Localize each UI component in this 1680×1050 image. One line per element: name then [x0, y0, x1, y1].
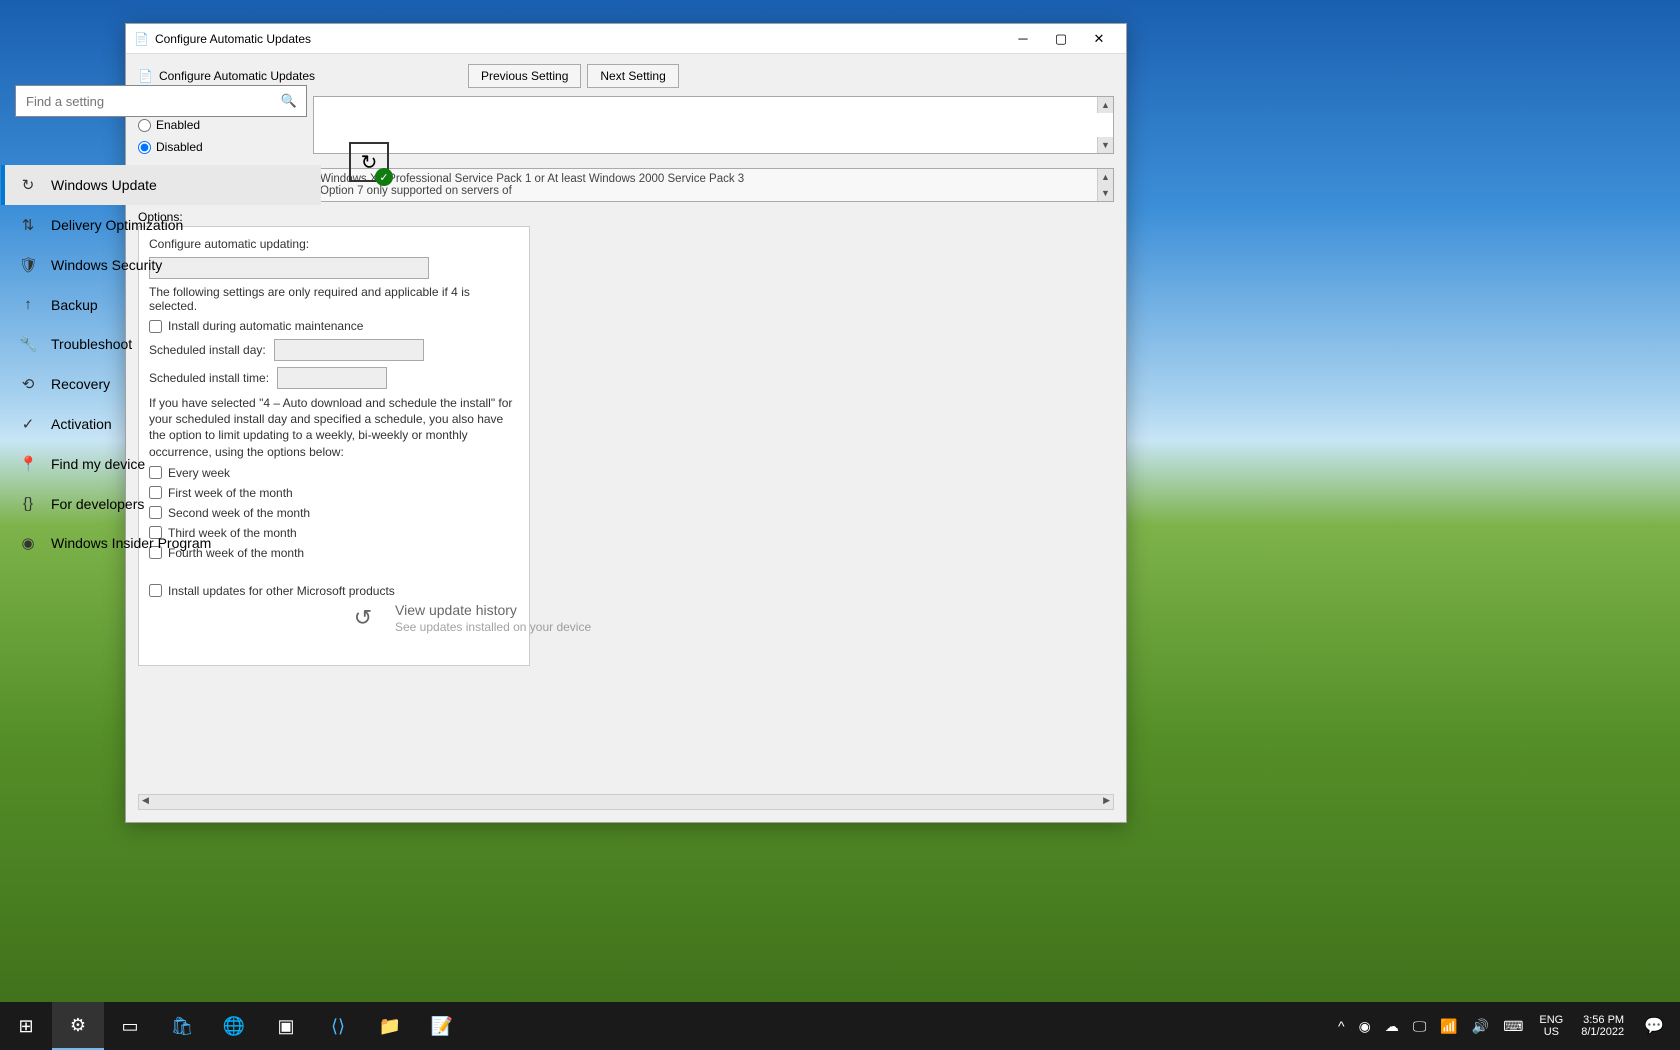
nav-item-icon: {}: [19, 495, 37, 512]
other-ms-checkbox[interactable]: [149, 584, 162, 597]
nav-item-label: Windows Insider Program: [51, 535, 211, 551]
checkmark-badge-icon: ✓: [375, 168, 393, 186]
tray-record-icon[interactable]: ◉: [1353, 1018, 1377, 1035]
update-status-icon: ↻✓: [349, 142, 389, 182]
tray-notifications-icon[interactable]: 💬: [1634, 1016, 1674, 1036]
nav-item-windows-insider-program[interactable]: ◉ Windows Insider Program: [1, 523, 321, 563]
supported-scroll-up[interactable]: ▲: [1097, 169, 1113, 185]
taskbar-explorer[interactable]: 📁: [364, 1002, 416, 1050]
nav-item-label: Backup: [51, 297, 98, 313]
search-icon: 🔍: [281, 93, 297, 109]
nav-item-icon: ✓: [19, 415, 37, 433]
comment-scroll-up[interactable]: ▲: [1097, 97, 1113, 113]
nav-item-icon: ◉: [19, 534, 37, 552]
nav-item-find-my-device[interactable]: 📍 Find my device: [1, 444, 321, 484]
update-history-row[interactable]: ↺ View update historySee updates install…: [349, 594, 981, 642]
supported-scroll-down[interactable]: ▼: [1097, 185, 1113, 201]
windows-logo-icon: ⊞: [18, 1016, 33, 1037]
taskview-icon: ▭: [121, 1016, 138, 1037]
comment-textarea[interactable]: ▲ ▼: [313, 96, 1114, 154]
supported-line-2: Option 7 only supported on servers of: [320, 185, 1107, 197]
tray-wifi-icon[interactable]: 📶: [1434, 1018, 1463, 1035]
gear-icon: ⚙: [70, 1015, 86, 1036]
nav-item-windows-update[interactable]: ↻ Windows Update: [1, 165, 321, 205]
nav-item-label: For developers: [51, 496, 144, 512]
nav-search: 🔍: [15, 85, 307, 117]
gpo-maximize-button[interactable]: ▢: [1042, 25, 1080, 53]
store-icon: 🛍: [171, 1016, 194, 1037]
radio-disabled[interactable]: Disabled: [138, 140, 243, 154]
radio-enabled[interactable]: Enabled: [138, 118, 243, 132]
gpo-heading: Configure Automatic Updates: [159, 69, 315, 83]
gpo-minimize-button[interactable]: ─: [1004, 25, 1042, 53]
gpo-close-button[interactable]: ✕: [1080, 25, 1118, 53]
taskbar-taskview[interactable]: ▭: [104, 1002, 156, 1050]
gpo-h-scrollbar[interactable]: ◀▶: [138, 794, 1114, 810]
nav-item-activation[interactable]: ✓ Activation: [1, 404, 321, 444]
supported-on-box: Windows XP Professional Service Pack 1 o…: [313, 168, 1114, 202]
nav-item-label: Find my device: [51, 456, 145, 472]
gpo-title-icon: 📄: [134, 32, 149, 46]
nav-item-label: Recovery: [51, 376, 110, 392]
nav-item-icon: 🔧: [19, 335, 37, 353]
nav-item-icon: 🛡: [19, 256, 37, 274]
history-icon: ↺: [349, 604, 377, 632]
taskbar-edge[interactable]: 🌐: [208, 1002, 260, 1050]
vscode-icon: ⟨⟩: [331, 1016, 345, 1037]
nav-item-icon: ⟲: [19, 375, 37, 393]
nav-item-for-developers[interactable]: {} For developers: [1, 484, 321, 523]
tray-onedrive-icon[interactable]: ☁: [1379, 1018, 1405, 1035]
taskbar-notepad[interactable]: 📝: [416, 1002, 468, 1050]
nav-item-windows-security[interactable]: 🛡 Windows Security: [1, 245, 321, 285]
nav-item-icon: ⇅: [19, 216, 37, 234]
nav-item-icon: 📍: [19, 455, 37, 473]
taskbar-settings[interactable]: ⚙: [52, 1002, 104, 1050]
terminal-icon: ▣: [277, 1016, 294, 1037]
start-button[interactable]: ⊞: [0, 1002, 52, 1050]
next-setting-button[interactable]: Next Setting: [587, 64, 678, 88]
gpo-heading-icon: 📄: [138, 69, 153, 83]
edge-icon: 🌐: [223, 1016, 245, 1037]
nav-item-troubleshoot[interactable]: 🔧 Troubleshoot: [1, 324, 321, 364]
gpo-window-title: Configure Automatic Updates: [155, 32, 1004, 46]
folder-icon: 📁: [379, 1016, 401, 1037]
tray-keyboard-icon[interactable]: ⌨: [1497, 1018, 1529, 1035]
nav-item-label: Troubleshoot: [51, 336, 132, 352]
supported-line-1: Windows XP Professional Service Pack 1 o…: [320, 173, 1107, 185]
previous-setting-button[interactable]: Previous Setting: [468, 64, 581, 88]
nav-item-backup[interactable]: ↑ Backup: [1, 285, 321, 324]
taskbar: ⊞ ⚙ ▭ 🛍 🌐 ▣ ⟨⟩ 📁 📝 ^ ◉ ☁ 🖵 📶 🔊 ⌨ ENGUS 3…: [0, 1002, 1680, 1050]
nav-item-label: Windows Update: [51, 177, 157, 193]
tray-language[interactable]: ENGUS: [1531, 1014, 1571, 1038]
tray-clock[interactable]: 3:56 PM8/1/2022: [1573, 1014, 1632, 1038]
comment-scroll-down[interactable]: ▼: [1097, 137, 1113, 153]
tray-volume-icon[interactable]: 🔊: [1466, 1018, 1495, 1035]
nav-item-label: Activation: [51, 416, 112, 432]
taskbar-terminal[interactable]: ▣: [260, 1002, 312, 1050]
taskbar-vscode[interactable]: ⟨⟩: [312, 1002, 364, 1050]
nav-item-icon: ↻: [19, 176, 37, 194]
nav-item-label: Delivery Optimization: [51, 217, 183, 233]
taskbar-store[interactable]: 🛍: [156, 1002, 208, 1050]
nav-item-label: Windows Security: [51, 257, 162, 273]
nav-item-recovery[interactable]: ⟲ Recovery: [1, 364, 321, 404]
nav-item-delivery-optimization[interactable]: ⇅ Delivery Optimization: [1, 205, 321, 245]
notepad-icon: 📝: [431, 1016, 453, 1037]
nav-item-icon: ↑: [19, 296, 37, 313]
search-input[interactable]: [15, 85, 307, 117]
gpo-titlebar[interactable]: 📄 Configure Automatic Updates ─ ▢ ✕: [126, 24, 1126, 54]
tray-chevron-up-icon[interactable]: ^: [1332, 1018, 1351, 1034]
tray-monitor-icon[interactable]: 🖵: [1407, 1018, 1433, 1035]
